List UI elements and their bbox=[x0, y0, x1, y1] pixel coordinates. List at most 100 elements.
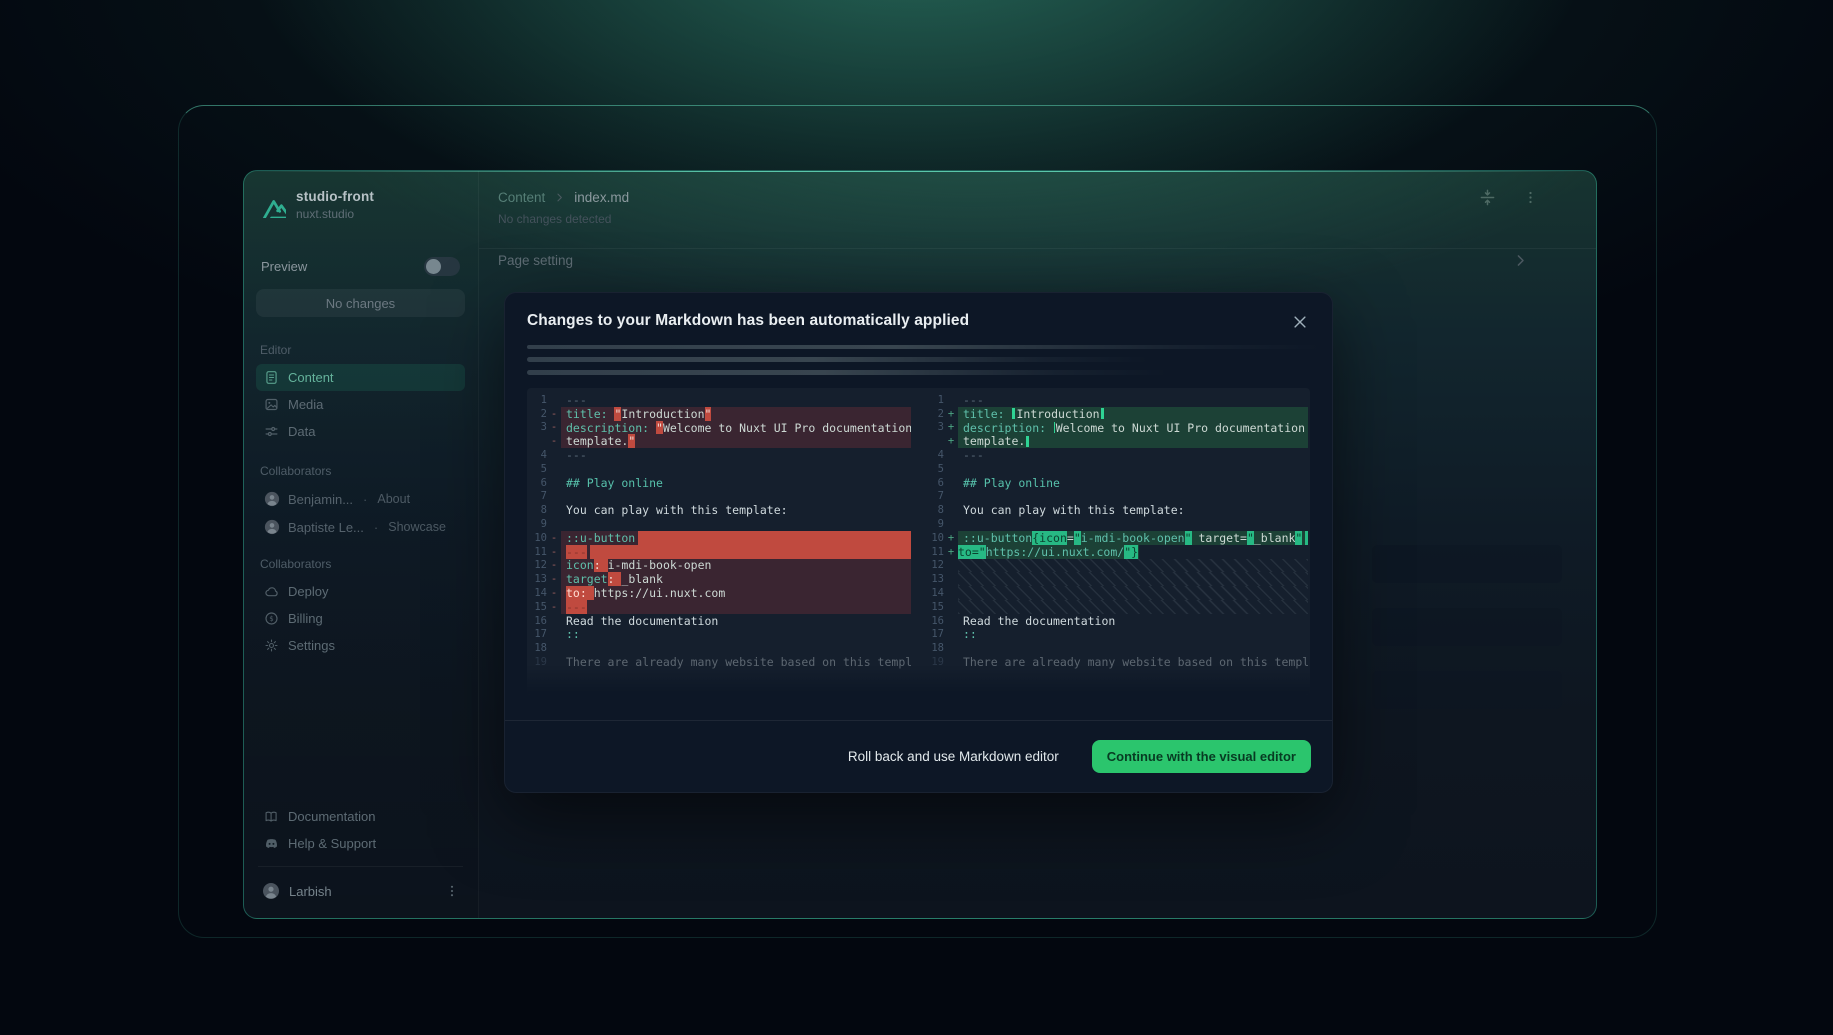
code-line: to: https://ui.nuxt.com bbox=[561, 586, 911, 600]
diff-marker: + bbox=[944, 546, 958, 558]
sidebar-item-data[interactable]: Data bbox=[256, 418, 465, 445]
code-line bbox=[561, 517, 911, 531]
line-number: 6 bbox=[924, 477, 944, 489]
diff-row: 6## Play online bbox=[527, 476, 911, 490]
collaborators-list: Benjamin...·About Baptiste Le... · Showcase bbox=[256, 485, 465, 541]
avatar bbox=[264, 491, 280, 507]
close-icon[interactable] bbox=[1290, 312, 1310, 332]
diff-row: 14-to: https://ui.nuxt.com bbox=[527, 586, 911, 600]
line-number: 9 bbox=[924, 518, 944, 530]
user-menu[interactable]: Larbish bbox=[256, 876, 465, 906]
skeleton-bar bbox=[527, 345, 1345, 349]
line-number: 1 bbox=[924, 394, 944, 406]
line-number: 18 bbox=[924, 642, 944, 654]
diff-pane-after[interactable]: 1---2+title: Introduction3+description: … bbox=[924, 393, 1308, 695]
modal-footer: Roll back and use Markdown editor Contin… bbox=[505, 720, 1332, 792]
diff-row: 15 bbox=[924, 600, 1308, 614]
line-number: 10 bbox=[527, 532, 547, 544]
breadcrumb-section[interactable]: Content bbox=[498, 190, 545, 205]
collapse-vertical-icon[interactable] bbox=[1478, 188, 1497, 207]
sidebar-item-label: Help & Support bbox=[288, 836, 376, 851]
diff-marker: + bbox=[944, 421, 958, 433]
project-name: studio-front bbox=[296, 189, 374, 204]
sidebar-item-label: Media bbox=[288, 397, 323, 412]
diff-pane-before[interactable]: 1---2-title: "Introduction"3-description… bbox=[527, 393, 911, 695]
quote-removed-marker bbox=[1012, 408, 1015, 419]
diff-row: 18 bbox=[527, 641, 911, 655]
code-line: ::u-button bbox=[561, 531, 638, 545]
sidebar-item-media[interactable]: Media bbox=[256, 391, 465, 418]
sidebar-item-label: Documentation bbox=[288, 809, 375, 824]
section-label-editor: Editor bbox=[260, 343, 461, 357]
sidebar-item-label: Deploy bbox=[288, 584, 328, 599]
collaborator-row[interactable]: Benjamin...·About bbox=[256, 485, 465, 513]
collaborator-page[interactable]: Showcase bbox=[388, 520, 446, 534]
diff-row: 2-title: "Introduction" bbox=[527, 407, 911, 421]
user-kebab-icon[interactable] bbox=[445, 884, 459, 898]
page-setting-chevron-icon[interactable] bbox=[1513, 253, 1574, 268]
separator: · bbox=[374, 520, 378, 535]
code-line bbox=[958, 559, 1308, 573]
code-line: ::u-button{icon="i-mdi-book-open" target… bbox=[958, 531, 1305, 545]
sidebar-item-billing[interactable]: $Billing bbox=[256, 605, 465, 632]
line-number: 12 bbox=[527, 559, 547, 571]
code-line bbox=[958, 462, 1308, 476]
collaborator-row[interactable]: Baptiste Le... · Showcase bbox=[256, 513, 465, 541]
skeleton-lines bbox=[527, 345, 1310, 375]
line-number: 13 bbox=[527, 573, 547, 585]
code-line: There are already many website based on … bbox=[561, 655, 911, 669]
diff-row: 11+to="https://ui.nuxt.com/"} bbox=[924, 545, 1308, 559]
line-number: 15 bbox=[924, 601, 944, 613]
markdown-diff: 1---2-title: "Introduction"3-description… bbox=[527, 388, 1310, 695]
diff-marker: - bbox=[547, 435, 561, 447]
project-nav: Deploy $Billing Settings bbox=[256, 578, 465, 659]
editor-nav: Content Media Data bbox=[256, 364, 465, 445]
code-line: target: _blank bbox=[561, 572, 911, 586]
line-number: 15 bbox=[527, 601, 547, 613]
line-number: 4 bbox=[527, 449, 547, 461]
sidebar-item-documentation[interactable]: Documentation bbox=[256, 803, 465, 830]
sidebar-item-settings[interactable]: Settings bbox=[256, 632, 465, 659]
collaborator-name: Baptiste Le... bbox=[288, 520, 364, 535]
project-switcher[interactable]: studio-front nuxt.studio bbox=[256, 187, 465, 223]
diff-row: 16Read the documentation bbox=[924, 614, 1308, 628]
sidebar-item-label: Data bbox=[288, 424, 315, 439]
skeleton-bar bbox=[527, 370, 1187, 375]
code-line bbox=[561, 641, 911, 655]
sidebar-divider bbox=[258, 866, 463, 867]
code-line: icon: i-mdi-book-open bbox=[561, 559, 911, 573]
page-setting-row[interactable]: Page setting bbox=[498, 253, 1574, 268]
no-changes-button[interactable]: No changes bbox=[256, 289, 465, 317]
line-number: 14 bbox=[924, 587, 944, 599]
continue-button[interactable]: Continue with the visual editor bbox=[1092, 740, 1311, 773]
diff-row: 10+::u-button{icon="i-mdi-book-open" tar… bbox=[924, 531, 1308, 545]
diff-marker: - bbox=[547, 601, 561, 613]
sidebar-item-label: Settings bbox=[288, 638, 335, 653]
toggle-knob bbox=[426, 259, 441, 274]
diff-row: 13 bbox=[924, 572, 1308, 586]
ghost-row bbox=[1372, 545, 1562, 583]
rollback-button[interactable]: Roll back and use Markdown editor bbox=[842, 748, 1065, 765]
sidebar-item-help-support[interactable]: Help & Support bbox=[256, 830, 465, 857]
diff-row: 8You can play with this template: bbox=[924, 503, 1308, 517]
diff-row: -template." bbox=[527, 434, 911, 448]
breadcrumb-file[interactable]: index.md bbox=[574, 190, 629, 205]
line-number: 16 bbox=[527, 615, 547, 627]
diff-marker: - bbox=[547, 559, 561, 571]
code-line bbox=[958, 517, 1308, 531]
sidebar-item-deploy[interactable]: Deploy bbox=[256, 578, 465, 605]
diff-row: 7 bbox=[924, 490, 1308, 504]
image-icon bbox=[264, 397, 279, 412]
preview-toggle[interactable] bbox=[424, 257, 460, 276]
discord-icon bbox=[264, 836, 279, 851]
background-form-rows bbox=[1372, 545, 1562, 734]
header-kebab-icon[interactable] bbox=[1523, 190, 1538, 205]
line-number: 5 bbox=[924, 463, 944, 475]
code-line: Read the documentation bbox=[561, 614, 911, 628]
code-line: :: bbox=[561, 628, 911, 642]
breadcrumb-chevron-icon bbox=[554, 192, 565, 203]
diff-row: 12 bbox=[924, 559, 1308, 573]
collaborator-page[interactable]: About bbox=[377, 492, 410, 506]
diff-line-fill bbox=[638, 531, 911, 545]
sidebar-item-content[interactable]: Content bbox=[256, 364, 465, 391]
